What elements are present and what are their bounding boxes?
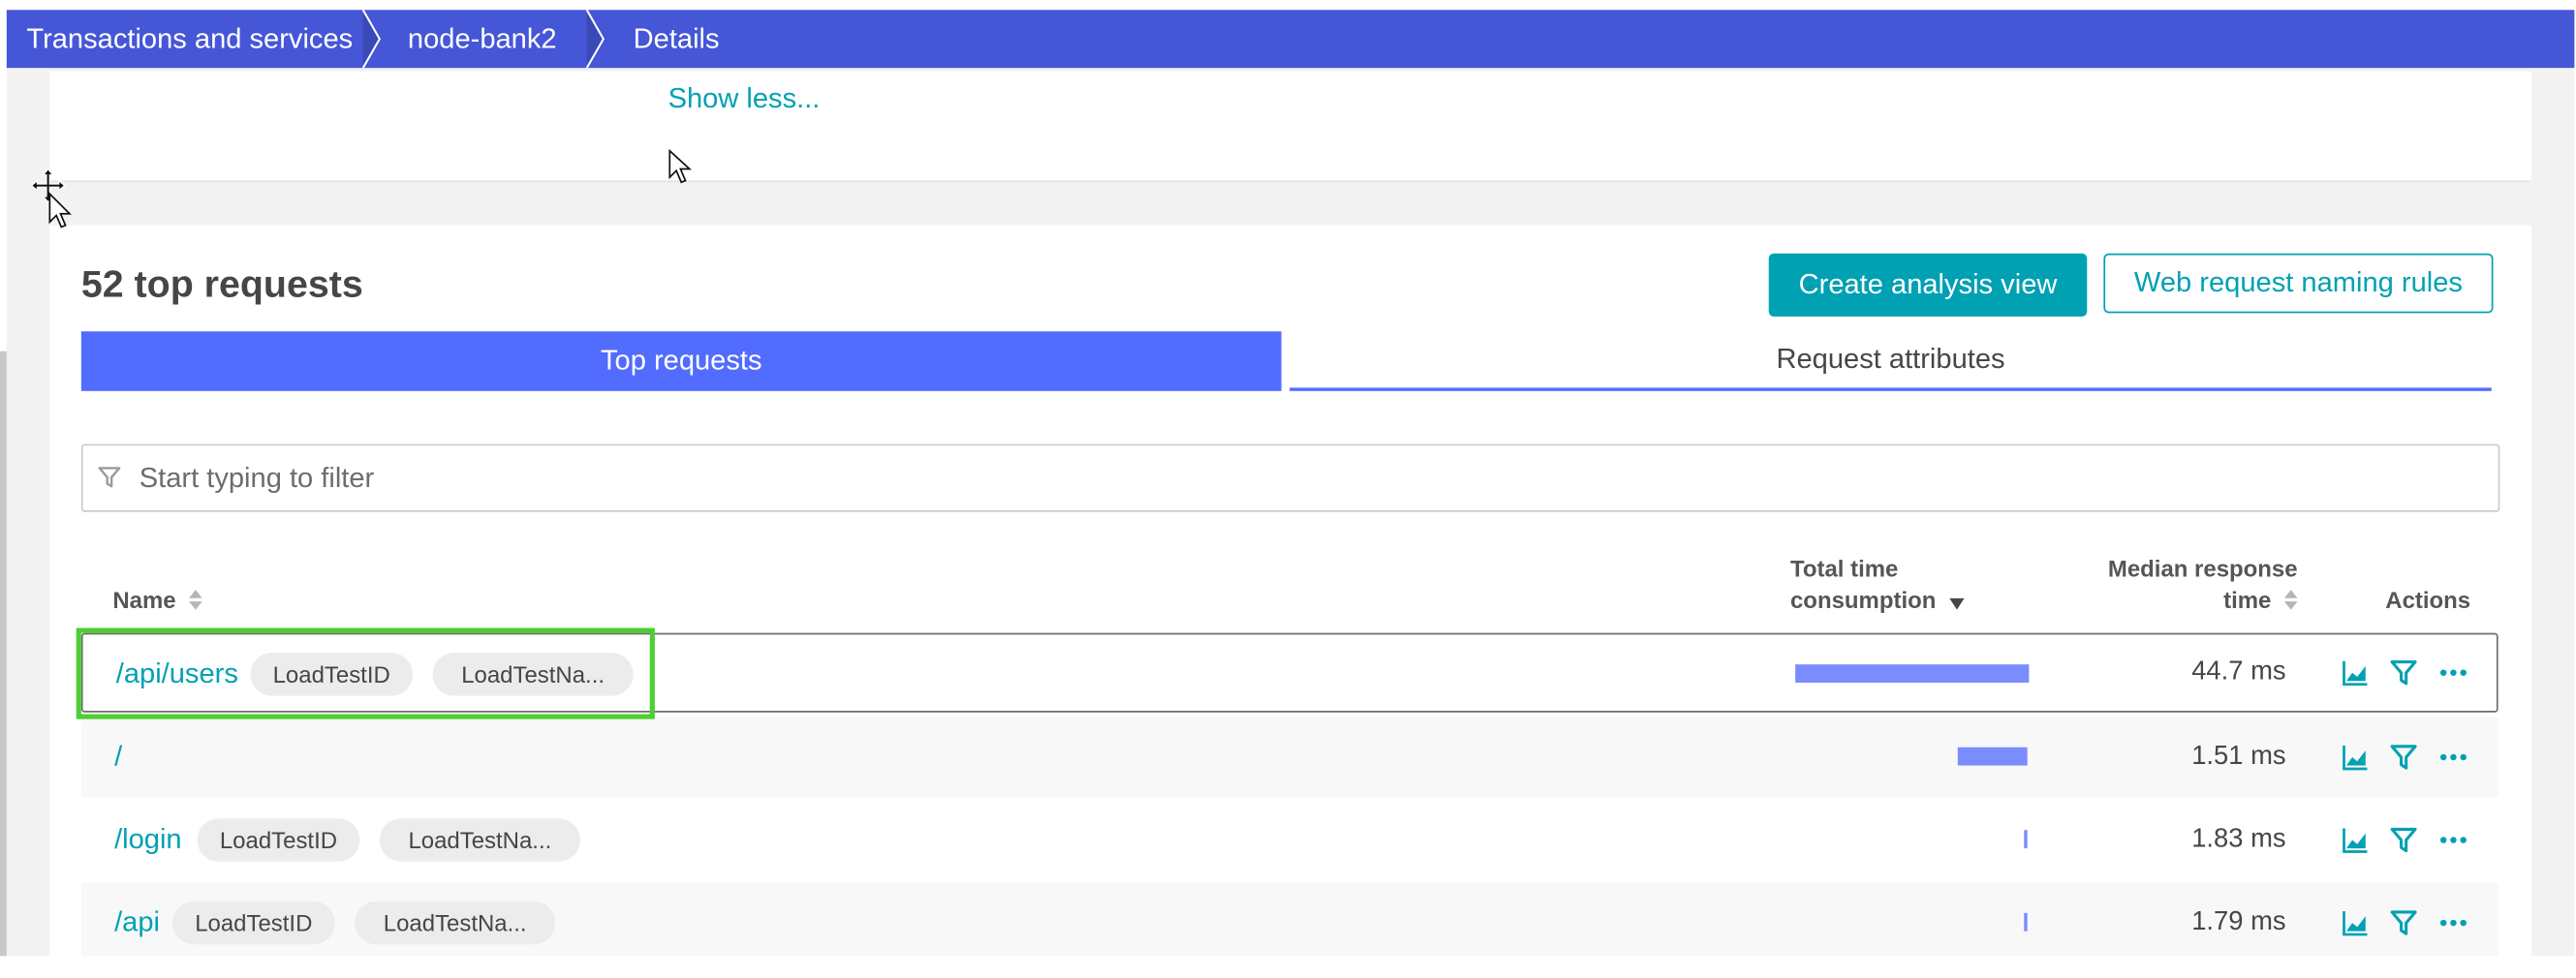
more-icon[interactable] xyxy=(2438,827,2467,853)
consumption-bar xyxy=(2024,912,2028,932)
tab-top-requests[interactable]: Top requests xyxy=(80,331,1282,391)
page-title: 52 top requests xyxy=(80,261,363,305)
chart-icon[interactable] xyxy=(2343,909,2369,936)
sort-icon xyxy=(2283,586,2298,618)
more-icon[interactable] xyxy=(2438,744,2467,770)
funnel-icon[interactable] xyxy=(2390,659,2417,686)
tab-request-attributes[interactable]: Request attributes xyxy=(1289,331,2492,391)
consumption-bar xyxy=(1957,747,2028,766)
median-response-value: 1.79 ms xyxy=(2191,907,2286,936)
median-response-value: 44.7 ms xyxy=(2191,657,2286,687)
request-link[interactable]: / xyxy=(114,718,122,797)
breadcrumb: Transactions and services node-bank2 Det… xyxy=(6,10,2575,69)
chart-icon[interactable] xyxy=(2343,744,2369,771)
chart-icon[interactable] xyxy=(2343,659,2369,687)
web-request-naming-rules-button[interactable]: Web request naming rules xyxy=(2103,253,2494,314)
filter-icon xyxy=(98,466,121,498)
breadcrumb-item-node-bank2[interactable]: node-bank2 xyxy=(408,10,557,68)
tag-pill[interactable]: LoadTestNa... xyxy=(379,818,580,862)
scrollbar-edge[interactable] xyxy=(0,351,7,957)
breadcrumb-separator-icon xyxy=(585,10,608,69)
filter-input[interactable] xyxy=(139,445,2461,511)
sort-icon xyxy=(189,586,202,618)
funnel-icon[interactable] xyxy=(2390,909,2417,935)
more-icon[interactable] xyxy=(2438,909,2467,935)
column-header-total-time[interactable]: Total time consumption xyxy=(1790,554,1965,618)
tag-pill[interactable]: LoadTestID xyxy=(171,901,335,945)
table-row[interactable]: /api LoadTestID LoadTestNa... 1.79 ms xyxy=(80,883,2498,963)
funnel-icon[interactable] xyxy=(2390,827,2417,853)
median-response-value: 1.83 ms xyxy=(2191,825,2286,854)
tag-pill[interactable]: LoadTestID xyxy=(197,818,360,862)
selection-highlight xyxy=(76,627,655,719)
filter-box xyxy=(80,443,2500,512)
sort-descending-icon xyxy=(1948,586,1965,618)
consumption-bar xyxy=(1795,664,2030,683)
top-requests-card: 52 top requests Create analysis view Web… xyxy=(49,225,2531,978)
breadcrumb-item-transactions[interactable]: Transactions and services xyxy=(26,10,353,68)
breadcrumb-item-details: Details xyxy=(633,22,720,54)
page-bottom xyxy=(0,956,2576,978)
table-row[interactable]: /login LoadTestID LoadTestNa... 1.83 ms xyxy=(81,800,2498,879)
show-less-link[interactable]: Show less... xyxy=(668,83,821,116)
consumption-bar xyxy=(2024,830,2028,849)
page-canvas: Transactions and services node-bank2 Det… xyxy=(0,0,2576,978)
column-header-median-response[interactable]: Median response time xyxy=(2039,554,2298,618)
median-response-value: 1.51 ms xyxy=(2191,742,2286,771)
more-icon[interactable] xyxy=(2438,659,2467,686)
column-header-actions: Actions xyxy=(2385,586,2471,614)
request-link[interactable]: /api xyxy=(114,883,160,963)
breadcrumb-separator-icon xyxy=(361,10,385,69)
create-analysis-view-button[interactable]: Create analysis view xyxy=(1768,253,2088,317)
pointer-cursor-icon xyxy=(668,148,695,194)
chart-icon[interactable] xyxy=(2343,827,2369,853)
funnel-icon[interactable] xyxy=(2390,744,2417,770)
table-row[interactable]: / 1.51 ms xyxy=(80,717,2498,798)
move-cursor-icon xyxy=(30,168,73,239)
details-card: Show less... xyxy=(49,71,2531,183)
tag-pill[interactable]: LoadTestNa... xyxy=(355,901,556,945)
column-header-name[interactable]: Name xyxy=(112,585,202,618)
request-link[interactable]: /login xyxy=(114,800,182,879)
